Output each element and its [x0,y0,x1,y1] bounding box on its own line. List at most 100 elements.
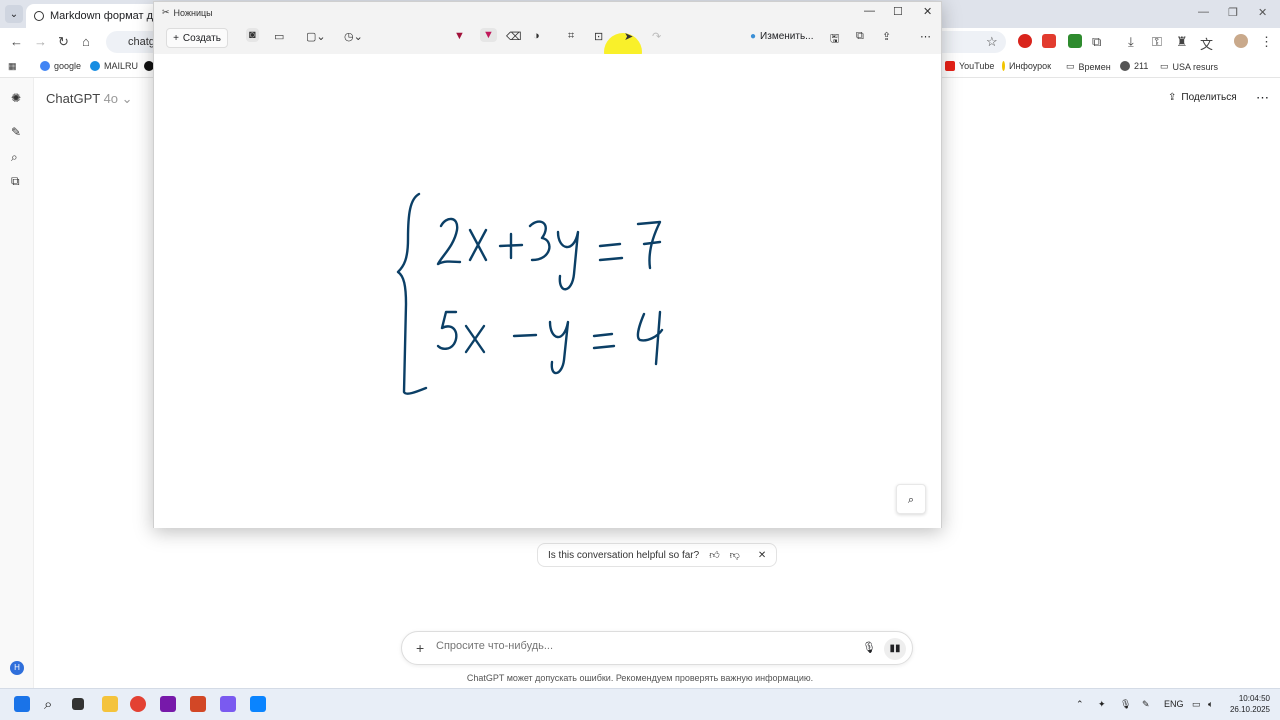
tab-title: Markdown формат для Obsid [50,10,166,22]
edit-label: Изменить... [760,31,814,42]
video-mode-icon[interactable]: ▭ [274,30,284,43]
minimize-icon[interactable]: — [864,5,875,17]
timer-icon[interactable]: ◷⌄ [344,30,363,43]
mouse-cursor-icon: ➤ [624,31,634,43]
library-icon[interactable]: ⧉ [11,174,20,189]
openai-logo-icon[interactable]: ✺ [11,91,21,105]
close-icon[interactable]: ✕ [923,5,932,18]
obsidian-icon[interactable] [220,696,236,712]
digit-5-stroke [436,310,458,350]
system-clock[interactable]: 10:04:50 26.10.2025 [1226,693,1270,715]
onenote-icon[interactable] [160,696,176,712]
maximize-icon[interactable]: ☐ [893,5,903,18]
copy-icon[interactable]: ⧉ [856,30,864,43]
letter-y-stroke [556,230,580,291]
chevron-down-icon: ⌄ [121,91,133,106]
shapes-icon[interactable]: ◑ [533,30,540,42]
close-icon[interactable]: ✕ [1258,6,1267,19]
key-icon[interactable]: ⚿ [1152,34,1162,50]
language-indicator[interactable]: ENG [1164,699,1184,709]
rectangle-mode-icon[interactable]: ▢⌄ [306,30,326,43]
bookmark-folder-usa[interactable]: ▭ USA resurs [1160,61,1218,72]
share-button[interactable]: ⇪ Поделиться [1168,92,1237,103]
share-icon[interactable]: ⇪ [882,30,891,43]
bookmark-infourok[interactable]: Инфоурок [1002,61,1051,71]
vpn-icon[interactable]: ♜ [1176,34,1188,50]
bookmark-star-icon[interactable]: ☆ [986,34,998,50]
new-chat-icon[interactable]: ✎ [11,125,21,139]
more-options-icon[interactable]: ⋯ [920,30,931,43]
bookmark-211[interactable]: 211 [1120,61,1148,71]
snip-canvas: ⌕ [154,54,941,528]
model-version: 4o [103,91,119,106]
puzzle-icon[interactable]: ⧉ [1092,34,1101,50]
dropbox-icon[interactable]: ✦ [1098,699,1106,710]
screenshot-mode-icon[interactable]: ◙ [246,28,259,42]
create-label: Создать [182,32,221,44]
snipping-tool-window: ✂ Ножницы — ☐ ✕ + Создать ◙ ▭ ▢⌄ ◷⌄ ▼ ▼ … [153,1,942,528]
chevron-up-icon[interactable]: ⌃ [1076,699,1084,710]
chrome-icon[interactable] [130,696,146,712]
minimize-icon[interactable]: — [1198,6,1209,18]
task-view-icon[interactable] [72,698,84,710]
bookmark-youtube[interactable]: YouTube [945,61,994,71]
translate-icon[interactable]: 文 [1200,34,1213,53]
create-button[interactable]: + Создать [166,28,228,48]
windows-start-icon[interactable] [14,696,30,712]
edit-in-paint-button[interactable]: ● Изменить... [750,31,814,42]
prompt-input[interactable] [436,640,836,652]
powerpoint-icon[interactable] [190,696,206,712]
snipping-tool-icon[interactable] [250,696,266,712]
chatgpt-sidebar: ✺ ✎ ⌕ ⧉ H [0,78,34,688]
volume-icon[interactable]: 🔈︎ [1208,699,1213,710]
close-icon[interactable]: ✕ [758,550,766,561]
minus-stroke [512,333,538,338]
forward-icon[interactable]: → [34,34,47,49]
windows-taskbar: ⌕ ⌃ ✦ 🎙︎ ✎ ENG ▭ 🔈︎ 10:04:50 26.10.2025 [0,688,1280,720]
apps-icon[interactable]: ▦ [8,61,17,72]
search-icon[interactable]: ⌕ [44,696,52,713]
letter-y-stroke [548,320,570,375]
feedback-question: Is this conversation helpful so far? [548,549,700,561]
profile-avatar[interactable] [1234,34,1248,48]
zoom-icon[interactable]: ⌕ [896,484,926,514]
bookmark-google[interactable]: google [40,61,81,71]
plus-icon: + [173,32,179,44]
thumbs-down-icon[interactable]: 👎︎ [730,549,740,561]
search-icon[interactable]: ⌕ [11,150,18,165]
file-explorer-icon[interactable] [102,696,118,712]
ballpoint-pen-icon[interactable]: ▼ [454,30,465,42]
menu-icon[interactable]: ⋮ [1260,34,1273,50]
crop-icon[interactable]: ⌗ [568,30,574,43]
eraser-icon[interactable]: ⌫ [506,30,522,43]
model-selector[interactable]: ChatGPT 4o ⌄ [46,91,133,107]
microphone-icon[interactable]: 🎙︎ [1120,699,1131,710]
pen-icon[interactable]: ✎ [1142,699,1150,710]
back-icon[interactable]: ← [10,34,23,49]
download-extension-icon[interactable] [1068,34,1082,48]
opera-icon[interactable] [1018,34,1032,48]
attach-plus-icon[interactable]: + [416,640,424,656]
downloads-icon[interactable]: ⤓ [1128,34,1134,50]
bookmark-folder-vremen[interactable]: ▭ Времен [1066,61,1111,72]
folder-icon: ▭ [1066,61,1075,71]
text-actions-icon[interactable]: ⊡ [594,30,603,43]
tab-search-dropdown[interactable]: ⌄ [5,5,23,23]
home-icon[interactable]: ⌂ [82,34,90,49]
redo-icon[interactable]: ↷ [652,30,661,43]
save-icon[interactable]: 🖫︎ [830,30,839,49]
reload-icon[interactable]: ↻ [58,34,69,50]
network-icon[interactable]: ▭ [1192,699,1201,710]
letter-x-stroke [468,228,488,262]
microphone-icon[interactable]: 🎙︎ [862,641,876,654]
window-title: Ножницы [173,7,213,18]
thumbs-up-icon[interactable]: 👍︎ [709,549,719,561]
highlighter-icon[interactable]: ▼ [480,28,497,42]
browser-tab[interactable]: Markdown формат для Obsid [26,4,166,28]
digit-2-stroke [436,217,462,266]
voice-mode-icon[interactable]: ▮▮ [884,638,906,660]
bookmark-mailru[interactable]: MAILRU [90,61,138,71]
extension-new-icon[interactable] [1042,34,1056,48]
more-options-icon[interactable]: ⋯ [1256,90,1269,106]
restore-icon[interactable]: ❐ [1228,6,1238,19]
